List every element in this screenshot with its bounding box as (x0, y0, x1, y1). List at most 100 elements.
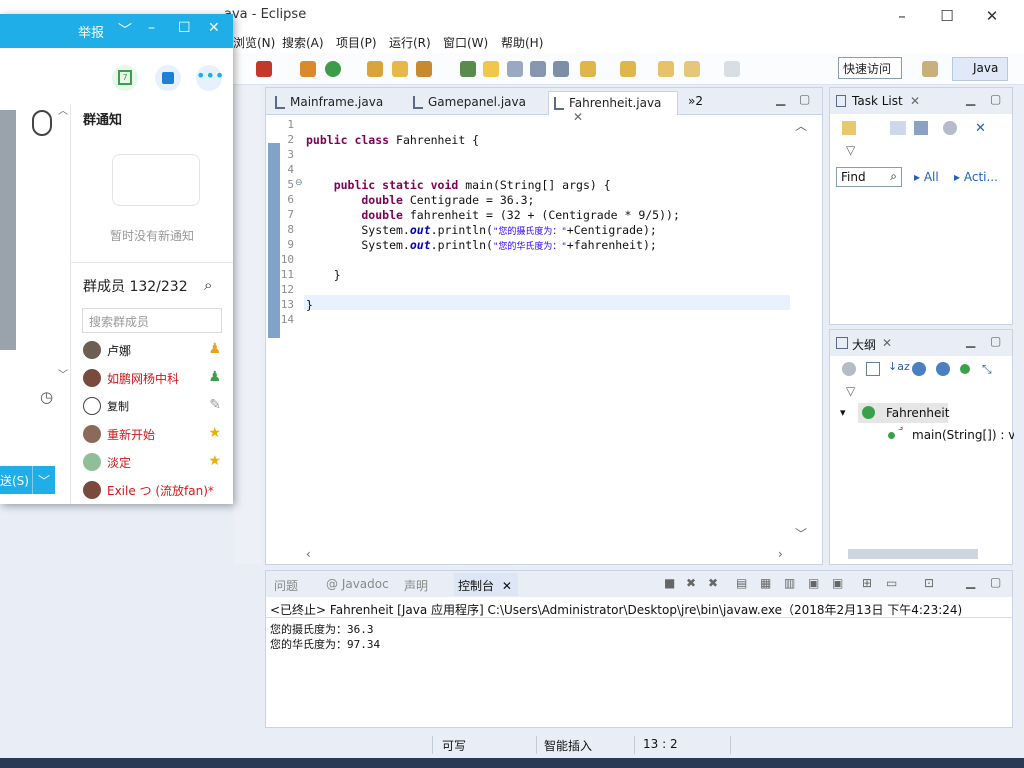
scroll-down-icon[interactable]: ﹀ (795, 525, 807, 542)
new-class-icon[interactable] (325, 61, 341, 77)
qq-more-icon[interactable]: ••• (196, 65, 224, 91)
tab-problems[interactable]: 问题 (274, 577, 298, 594)
tab-console[interactable]: 控制台 ✕ (454, 573, 518, 596)
chevron-down-icon[interactable]: ﹀ (38, 472, 50, 489)
qq-member-item[interactable]: 卢娜 ♟ (83, 340, 223, 362)
qq-dropdown-icon[interactable]: ﹀ (118, 20, 132, 40)
menu-help[interactable]: 帮助(H) (501, 34, 543, 51)
pin-console-icon[interactable]: ⊞ (862, 576, 872, 590)
qq-member-search-icon[interactable]: ⌕ (204, 276, 212, 294)
maximize-view-icon[interactable]: ▢ (990, 575, 1001, 589)
minimize-view-icon[interactable]: ▁ (776, 92, 785, 106)
minimize-view-icon[interactable]: ▁ (966, 92, 975, 106)
qq-member-item[interactable]: 淡定 ★ (83, 452, 223, 474)
hide-fields-icon[interactable] (842, 362, 856, 376)
new-package-icon[interactable] (300, 61, 316, 77)
scheduled-icon[interactable] (914, 121, 928, 135)
tab-javadoc[interactable]: @ Javadoc (326, 577, 389, 591)
all-filter-link[interactable]: ▸ All (914, 170, 939, 184)
block-selection-icon[interactable] (507, 61, 523, 77)
close-view-icon[interactable]: ✕ (910, 94, 920, 108)
annotation-icon[interactable] (460, 61, 476, 77)
qq-member-item[interactable]: Exile つ (流放fan)* (83, 480, 233, 502)
menu-run[interactable]: 运行(R) (389, 34, 431, 51)
tab-declaration[interactable]: 声明 (404, 577, 428, 594)
scroll-up-icon[interactable]: ︿ (795, 117, 807, 134)
close-button[interactable]: ✕ (970, 4, 1014, 28)
qq-maximize-icon[interactable]: ☐ (178, 20, 191, 36)
search-tool-icon[interactable] (416, 61, 432, 77)
qq-collapse-icon[interactable]: ︿ (58, 102, 68, 117)
editor-horizontal-scrollbar[interactable]: ‹ › (304, 547, 792, 563)
word-wrap-icon[interactable]: ▥ (784, 576, 795, 590)
terminate-icon[interactable]: ■ (664, 576, 675, 590)
close-view-icon[interactable]: ✕ (882, 336, 892, 350)
tab-mainframe[interactable]: Mainframe.java (270, 91, 391, 115)
open-folder-icon[interactable] (392, 61, 408, 77)
last-edit-icon[interactable] (658, 61, 674, 77)
sort-icon[interactable]: ↓az (888, 360, 910, 373)
show-on-output-icon[interactable]: ▣ (808, 576, 819, 590)
link-editor-icon[interactable]: ⤡ (982, 362, 996, 376)
new-task-icon[interactable] (842, 121, 856, 135)
maximize-button[interactable]: ☐ (925, 4, 969, 28)
qq-member-item[interactable]: 重新开始 ★ (83, 424, 223, 446)
hide-completed-icon[interactable] (943, 121, 957, 135)
task-find-input[interactable]: Find ⌕ (836, 167, 902, 187)
qq-member-search-input[interactable]: 搜索群成员 (82, 308, 222, 333)
show-on-error-icon[interactable]: ▣ (832, 576, 843, 590)
qq-expand-icon[interactable]: ﹀ (58, 366, 68, 381)
java-perspective-button[interactable]: Java (952, 57, 1008, 81)
view-menu-icon[interactable]: ▽ (846, 384, 855, 398)
categorized-icon[interactable] (890, 121, 906, 135)
activate-filter-link[interactable]: ▸ Acti... (954, 170, 998, 184)
qq-share-icon[interactable] (155, 65, 181, 91)
menu-window[interactable]: 窗口(W) (443, 34, 488, 51)
menu-navigate[interactable]: 浏览(N) (233, 34, 275, 51)
maximize-view-icon[interactable]: ▢ (799, 92, 810, 106)
fold-icon[interactable]: ⊖ (295, 178, 303, 188)
qq-member-item[interactable]: 复制 ✎ (83, 396, 223, 418)
hide-local-types-icon[interactable] (960, 364, 970, 374)
quick-access-input[interactable]: 快速访问 (838, 57, 902, 79)
qq-avatar-face-icon[interactable] (32, 110, 52, 136)
minimize-view-icon[interactable]: ▁ (966, 334, 975, 348)
display-console-icon[interactable]: ▭ (886, 576, 897, 590)
scroll-lock-icon[interactable]: ▦ (760, 576, 771, 590)
minimize-view-icon[interactable]: ▁ (966, 575, 975, 589)
remove-launch-icon[interactable]: ✖ (686, 576, 696, 590)
qq-member-item[interactable]: 如鹏网杨中科 ♟ (83, 368, 223, 390)
clear-console-icon[interactable]: ▤ (736, 576, 747, 590)
maximize-view-icon[interactable]: ▢ (990, 334, 1001, 348)
console-horizontal-scrollbar[interactable] (270, 711, 994, 727)
qq-calendar-icon[interactable]: 7 (112, 65, 138, 91)
word-wrap-icon[interactable] (530, 61, 546, 77)
more-tabs-button[interactable]: »2 (688, 94, 703, 108)
collapse-all-icon[interactable] (866, 362, 880, 376)
hide-nonpublic-icon[interactable] (936, 362, 950, 376)
open-perspective-icon[interactable] (922, 61, 938, 77)
run-config-icon[interactable] (256, 61, 272, 77)
editor-vertical-scrollbar[interactable]: ︿ ﹀ (793, 115, 809, 547)
maximize-view-icon[interactable]: ▢ (990, 92, 1001, 106)
open-type-icon[interactable] (367, 61, 383, 77)
edit-icon[interactable]: ✎ (209, 397, 221, 413)
forward-icon[interactable] (724, 61, 740, 77)
open-console-icon[interactable]: ⊡ (924, 576, 934, 590)
tab-gamepanel[interactable]: Gamepanel.java (408, 91, 534, 115)
close-tab-icon[interactable]: ✕ (502, 579, 512, 593)
qq-minimize-icon[interactable]: – (148, 20, 155, 36)
outline-class-node[interactable]: Fahrenheit (858, 403, 949, 423)
outline-method-node[interactable]: S main(String[]) : vc (888, 427, 1014, 445)
code-area[interactable]: public class Fahrenheit { public static … (306, 115, 792, 545)
qq-report-button[interactable]: 举报 (78, 22, 104, 41)
mark-occurrences-icon[interactable] (483, 61, 499, 77)
menu-search[interactable]: 搜索(A) (282, 34, 324, 51)
minimize-button[interactable]: – (880, 4, 924, 28)
view-menu-icon[interactable]: ▽ (846, 143, 855, 157)
scroll-thumb[interactable] (848, 549, 978, 559)
scroll-left-icon[interactable]: ‹ (306, 547, 311, 561)
console-vertical-scrollbar[interactable] (996, 619, 1012, 711)
next-annotation-icon[interactable] (580, 61, 596, 77)
outline-horizontal-scrollbar[interactable] (830, 546, 1012, 562)
